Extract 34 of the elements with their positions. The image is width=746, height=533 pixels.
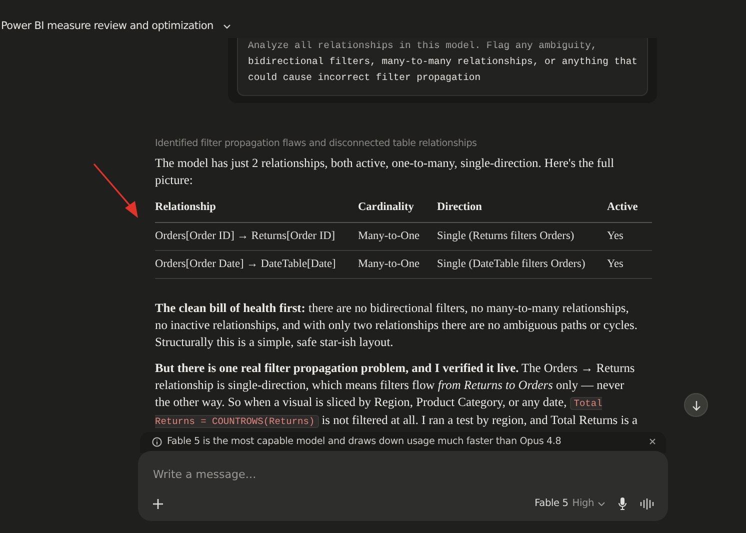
message-input[interactable]: Write a message… bbox=[153, 468, 453, 481]
thinking-summary[interactable]: Identified filter propagation flaws and disconnected table relationships bbox=[155, 138, 639, 149]
scroll-down-button[interactable] bbox=[684, 393, 708, 417]
column-header: Cardinality bbox=[358, 201, 437, 222]
table-cell: Many-to-One bbox=[358, 250, 437, 278]
table-cell: Orders[Order Date] → DateTable[Date] bbox=[155, 250, 358, 278]
microphone-button[interactable] bbox=[618, 497, 627, 510]
info-icon bbox=[152, 436, 162, 446]
paragraph: The model has just 2 relationships, both active, one-to-many, single-direction. Here's the full picture: bbox=[155, 155, 616, 189]
chevron-down-icon bbox=[223, 24, 232, 28]
add-button[interactable] bbox=[153, 498, 163, 508]
column-header: Direction bbox=[437, 201, 607, 222]
table-cell: Single (DateTable filters Orders) bbox=[437, 250, 607, 278]
column-header: Relationship bbox=[155, 201, 358, 222]
table-cell: Yes bbox=[607, 250, 652, 278]
plus-icon bbox=[153, 498, 163, 508]
table-cell: Single (Returns filters Orders) bbox=[437, 222, 607, 250]
arrow-down-icon bbox=[692, 400, 700, 410]
table-cell: Orders[Order ID] → Returns[Order ID] bbox=[155, 222, 358, 250]
model-selector[interactable]: Fable 5 High bbox=[534, 498, 605, 509]
notice-text: Fable 5 is the most capable model and draws down usage much faster than Opus 4.8 bbox=[167, 436, 562, 447]
waveform-icon bbox=[640, 498, 654, 510]
close-button[interactable] bbox=[649, 438, 656, 445]
chevron-down-icon bbox=[598, 502, 605, 506]
close-icon bbox=[649, 438, 656, 445]
paragraph: But there is one real filter propagation problem, and I verified it live. The Orders → Returns relationship is single-direction, which means filters flow from Returns to Orders only — never the other way. So when a visual is sliced by Region, Product Category, or any date, Total Returns = COUNTROWS(Returns) is not filtered at all. I ran a test by region, and Total Returns is a bbox=[155, 360, 639, 430]
user-message: Analyze all relationships in this model. Flag any ambiguity, bidirectional filters, many-to-many relationships, or anything that could cause incorrect filter propagation bbox=[248, 39, 639, 85]
paragraph: The clean bill of health first: there are no bidirectional filters, no many-to-many relationships, no inactive relationships, and with only two relationships there are no ambiguous paths or cycles. Structurally this is a simple, safe star-ish layout. bbox=[155, 300, 638, 351]
conversation-title[interactable]: Power BI measure review and optimization bbox=[1, 20, 232, 32]
microphone-icon bbox=[618, 497, 627, 510]
voice-mode-button[interactable] bbox=[640, 498, 654, 510]
table-cell: Yes bbox=[607, 222, 652, 250]
column-header: Active bbox=[607, 201, 652, 222]
table-cell: Many-to-One bbox=[358, 222, 437, 250]
